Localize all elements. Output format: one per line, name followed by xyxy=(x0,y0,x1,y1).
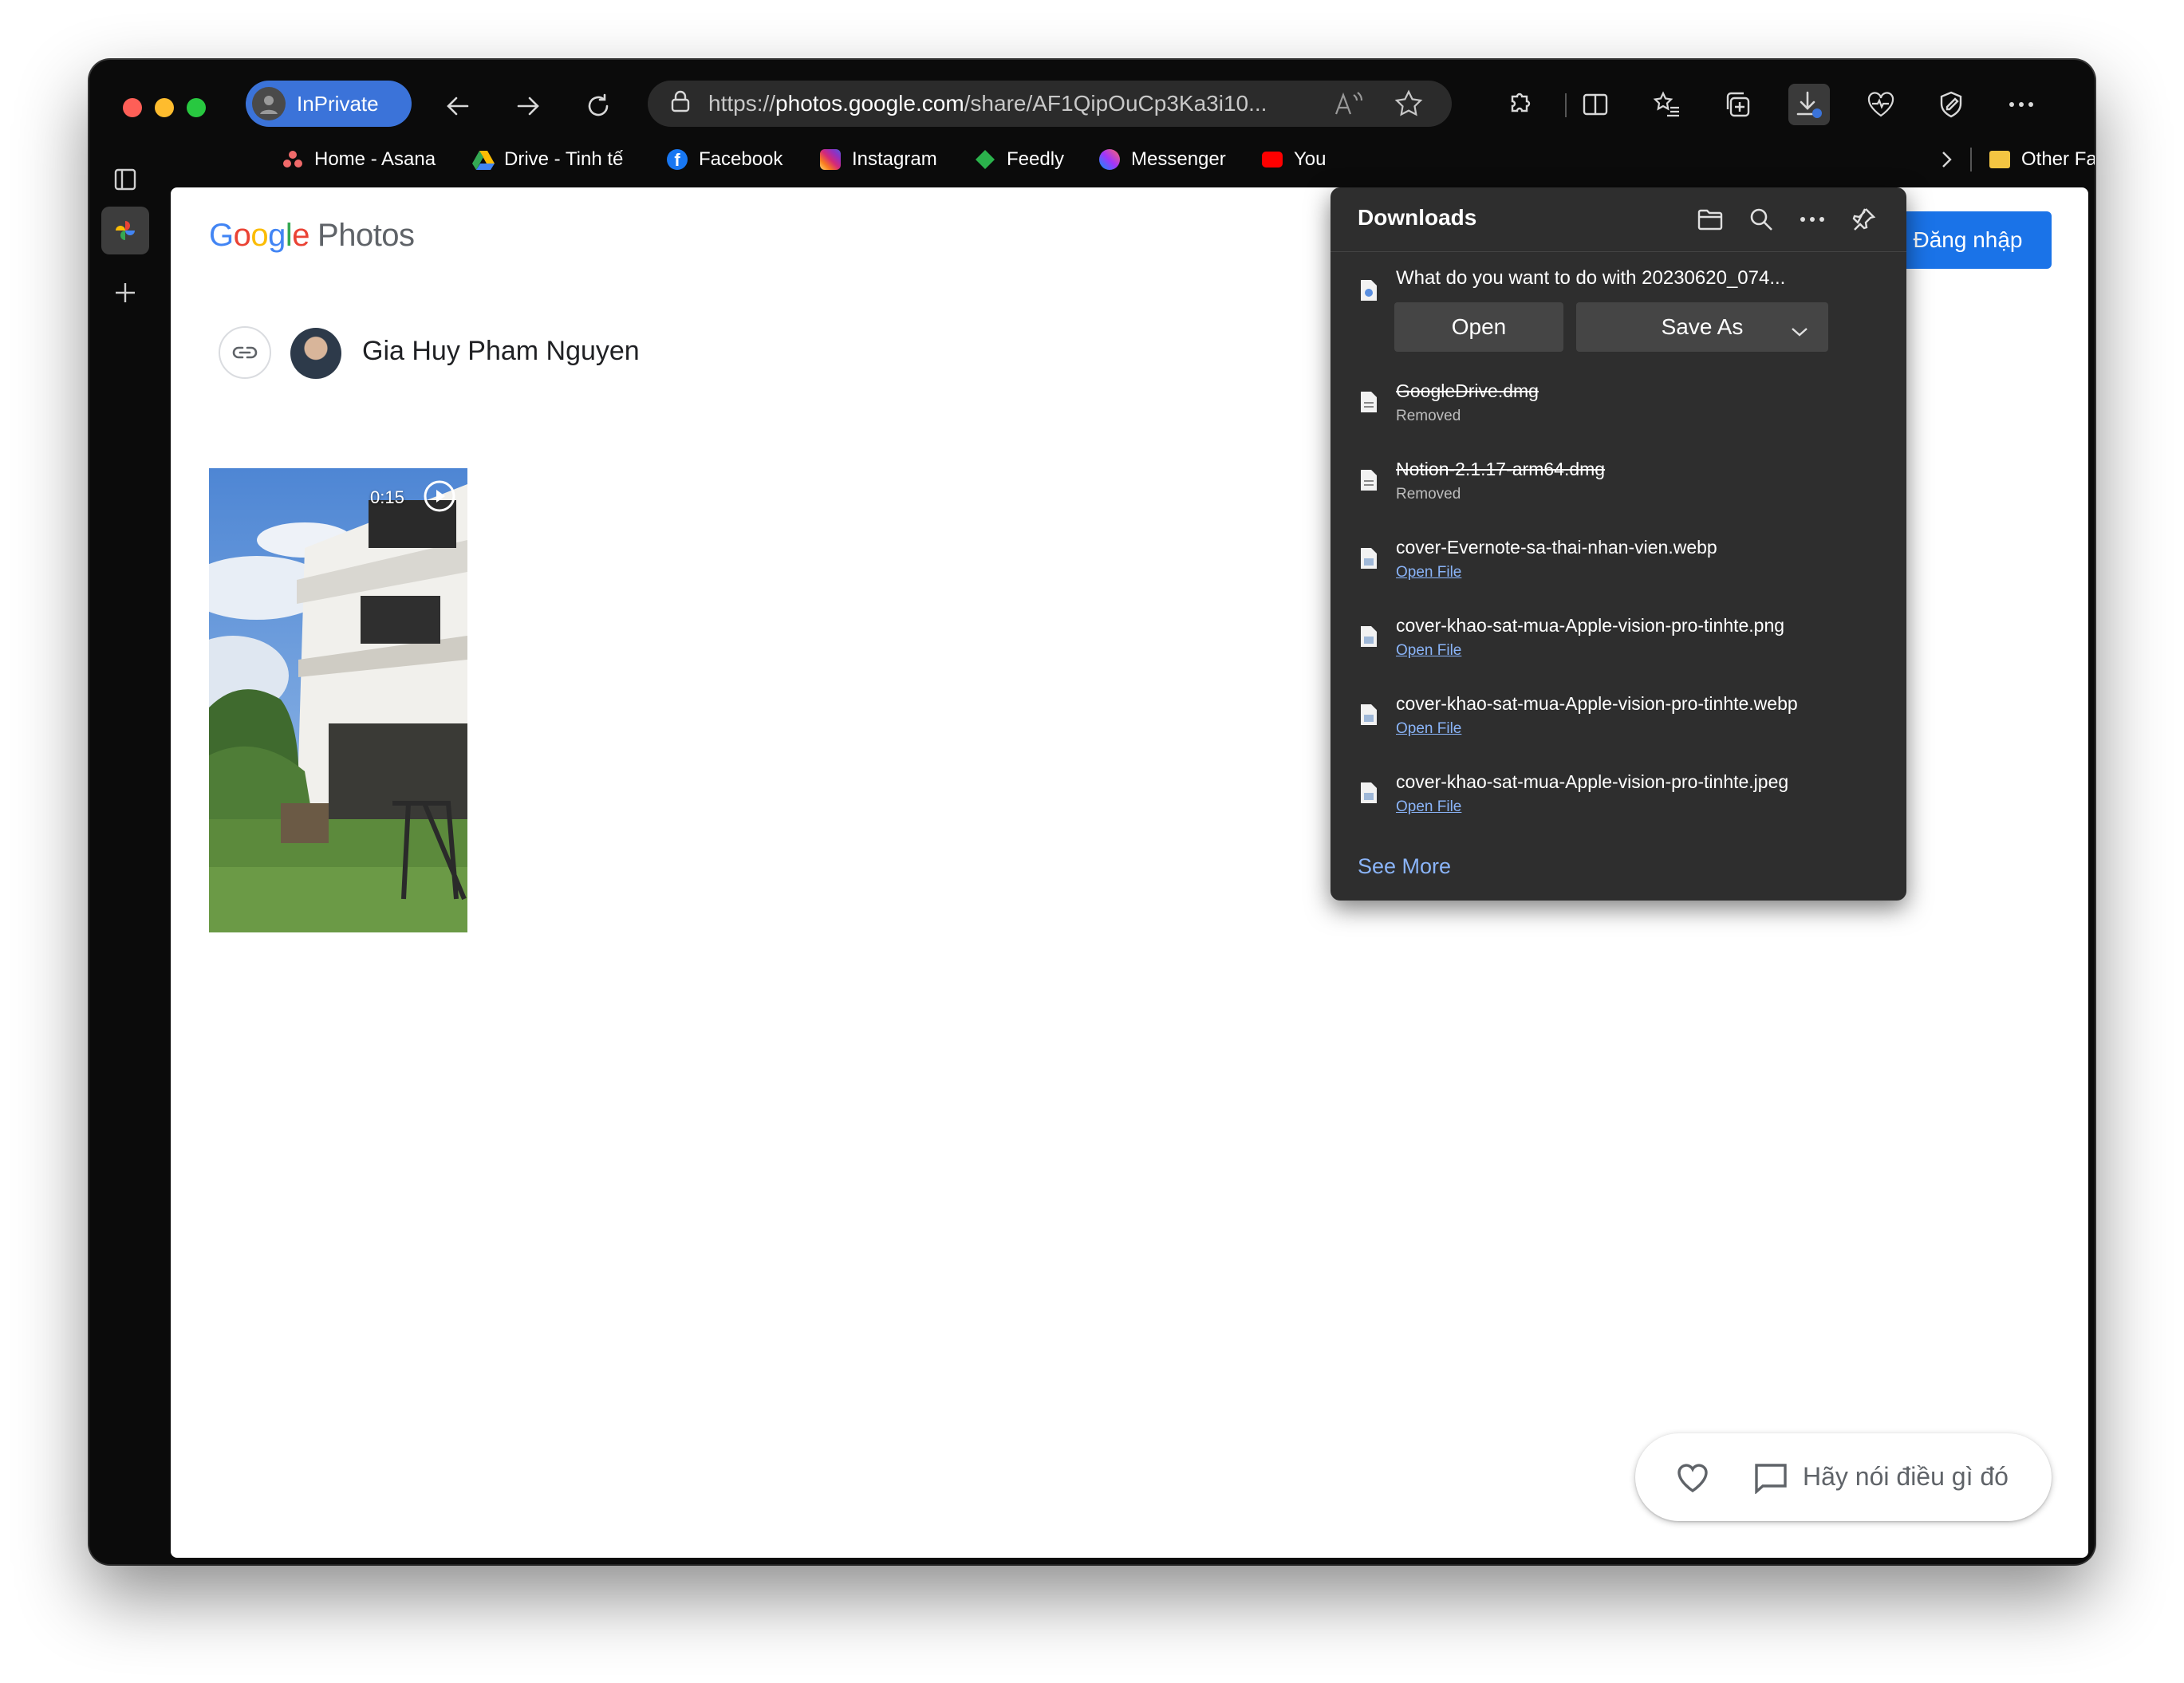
split-screen-icon[interactable] xyxy=(1575,84,1616,125)
link-icon[interactable] xyxy=(219,326,271,379)
feedly-icon xyxy=(975,149,995,170)
bookmark-other-favorites[interactable]: Other Favorites xyxy=(1989,140,2095,179)
open-file-link[interactable]: Open File xyxy=(1396,720,1461,738)
open-folder-icon[interactable] xyxy=(1694,203,1726,235)
browser-essentials-icon[interactable] xyxy=(1860,84,1902,125)
bookmark-home-asana[interactable]: Home - Asana xyxy=(282,140,436,179)
play-icon xyxy=(423,479,456,513)
url-text: https://photos.google.com/share/AF1QipOu… xyxy=(708,91,1267,116)
back-icon[interactable] xyxy=(436,84,480,128)
heart-icon[interactable] xyxy=(1675,1460,1710,1496)
bookmark-feedly[interactable]: Feedly xyxy=(975,140,1064,179)
inprivate-label: InPrivate xyxy=(297,91,379,116)
open-file-link[interactable]: Open File xyxy=(1396,642,1461,660)
favorites-bar: Home - Asana Drive - Tinh tế f Facebook … xyxy=(185,140,2095,179)
minimize-window-button[interactable] xyxy=(155,98,174,117)
google-photos-logo[interactable]: Google Photos xyxy=(209,218,415,254)
feedback-icon[interactable] xyxy=(1930,84,1972,125)
comment-input[interactable]: Hãy nói điều gì đó xyxy=(1803,1462,2009,1492)
file-icon xyxy=(1361,548,1377,569)
open-file-link[interactable]: Open File xyxy=(1396,564,1461,581)
folder-icon xyxy=(1989,151,2010,168)
collections-icon[interactable] xyxy=(1717,84,1758,125)
extensions-icon[interactable] xyxy=(1498,84,1539,125)
more-options-icon[interactable] xyxy=(2001,84,2042,125)
tab-actions-icon[interactable] xyxy=(101,156,149,203)
google-drive-icon xyxy=(472,149,495,170)
bookmark-youtube[interactable]: You xyxy=(1262,140,1327,179)
downloads-icon[interactable] xyxy=(1788,84,1830,125)
lock-icon[interactable] xyxy=(670,90,691,118)
save-as-label: Save As xyxy=(1661,314,1744,339)
close-window-button[interactable] xyxy=(123,98,142,117)
open-file-link[interactable]: Open File xyxy=(1396,798,1461,816)
video-duration: 0:15 xyxy=(370,487,404,507)
pin-icon[interactable] xyxy=(1847,203,1879,235)
search-downloads-icon[interactable] xyxy=(1745,203,1777,235)
download-item-name: cover-khao-sat-mua-Apple-vision-pro-tinh… xyxy=(1396,693,1798,714)
file-icon xyxy=(1361,280,1377,301)
comment-icon[interactable] xyxy=(1753,1462,1788,1495)
forward-icon[interactable] xyxy=(506,84,550,128)
address-bar[interactable]: https://photos.google.com/share/AF1QipOu… xyxy=(648,81,1452,127)
asana-icon xyxy=(282,149,303,170)
file-icon xyxy=(1361,392,1377,412)
google-photos-tab[interactable] xyxy=(101,207,149,254)
bookmark-facebook[interactable]: f Facebook xyxy=(667,140,783,179)
bookmark-drive-tinhte[interactable]: Drive - Tinh tế xyxy=(472,140,623,179)
owner-name: Gia Huy Pham Nguyen xyxy=(362,336,640,366)
inprivate-profile-button[interactable]: InPrivate xyxy=(246,81,412,127)
download-prompt: What do you want to do with 20230620_074… xyxy=(1396,267,1786,289)
save-as-button[interactable]: Save As xyxy=(1576,302,1828,352)
facebook-icon: f xyxy=(667,149,688,170)
download-item-name: Notion-2.1.17-arm64.dmg xyxy=(1396,459,1606,479)
chevron-down-icon[interactable] xyxy=(1790,318,1809,344)
video-thumbnail[interactable]: 0:15 xyxy=(209,468,467,932)
download-item-name: cover-Evernote-sa-thai-nhan-vien.webp xyxy=(1396,537,1717,558)
messenger-icon xyxy=(1099,149,1120,170)
profile-avatar-icon xyxy=(252,87,286,120)
favorites-list-icon[interactable] xyxy=(1646,84,1688,125)
browser-window: InPrivate https://photos.google.com/shar… xyxy=(89,60,2095,1564)
open-button[interactable]: Open xyxy=(1394,302,1563,352)
instagram-icon xyxy=(820,149,841,170)
download-item-name: cover-khao-sat-mua-Apple-vision-pro-tinh… xyxy=(1396,771,1789,792)
more-actions-icon[interactable] xyxy=(1796,203,1828,235)
new-tab-icon[interactable] xyxy=(101,269,149,317)
download-item-name: cover-khao-sat-mua-Apple-vision-pro-tinh… xyxy=(1396,615,1785,636)
downloads-title: Downloads xyxy=(1358,205,1477,230)
file-icon xyxy=(1361,704,1377,725)
refresh-icon[interactable] xyxy=(576,84,621,128)
house-photo xyxy=(209,468,467,932)
vertical-tabs-sidebar xyxy=(89,140,169,1564)
file-icon xyxy=(1361,782,1377,803)
comment-bar: Hãy nói điều gì đó xyxy=(1635,1433,2052,1521)
downloads-panel: Downloads What do you want to do with 20… xyxy=(1331,187,1906,901)
bookmark-messenger[interactable]: Messenger xyxy=(1099,140,1226,179)
file-icon xyxy=(1361,626,1377,647)
sign-in-button[interactable]: Đăng nhập xyxy=(1884,211,2052,269)
google-photos-icon xyxy=(116,221,135,240)
youtube-icon xyxy=(1262,152,1283,168)
toolbar-divider xyxy=(1565,93,1567,117)
more-bookmarks-chevron-icon[interactable] xyxy=(1938,140,1954,179)
favorite-star-icon[interactable] xyxy=(1394,89,1423,124)
bookmarks-divider xyxy=(1970,148,1972,171)
google-wordmark: Google xyxy=(209,218,310,253)
owner-avatar[interactable] xyxy=(290,328,341,379)
download-item-status: Removed xyxy=(1396,408,1461,424)
header-divider xyxy=(1331,251,1906,252)
download-item-status: Removed xyxy=(1396,486,1461,503)
maximize-window-button[interactable] xyxy=(187,98,206,117)
bookmark-instagram[interactable]: Instagram xyxy=(820,140,937,179)
file-icon xyxy=(1361,470,1377,491)
download-item-name: GoogleDrive.dmg xyxy=(1396,380,1539,401)
read-aloud-icon[interactable] xyxy=(1334,90,1363,123)
see-more-link[interactable]: See More xyxy=(1358,854,1451,879)
